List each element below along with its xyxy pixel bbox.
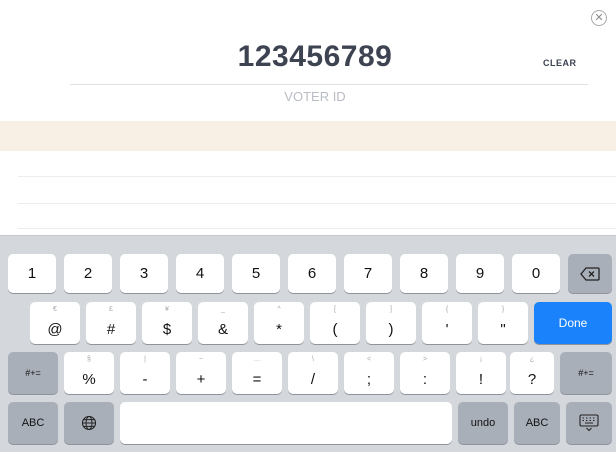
key-ampersand[interactable]: _ & [198,302,248,344]
key-hash[interactable]: £ # [86,302,136,344]
voter-id-value: 123456789 [237,40,393,73]
key-0[interactable]: 0 [512,254,560,293]
key-2[interactable]: 2 [64,254,112,293]
done-key[interactable]: Done [534,302,612,344]
key-slash[interactable]: \ / [288,352,338,394]
divider [18,203,616,204]
key-1[interactable]: 1 [8,254,56,293]
abc-key-left[interactable]: ABC [8,402,58,444]
abc-key-right[interactable]: ABC [514,402,560,444]
voter-id-underline [70,84,588,85]
key-close-paren[interactable]: ]) [366,302,416,344]
globe-icon [81,415,97,431]
key-equals[interactable]: … = [232,352,282,394]
key-colon[interactable]: >: [400,352,450,394]
key-4[interactable]: 4 [176,254,224,293]
voter-id-label: VOTER ID [284,89,346,104]
divider [18,176,616,177]
key-6[interactable]: 6 [288,254,336,293]
backspace-icon [580,266,600,281]
close-button[interactable]: ✕ [591,10,607,26]
divider [18,228,616,229]
on-screen-keyboard: 1 2 3 4 5 6 7 8 9 0 € @ £ # ¥ $ _ & ^ * [( ])… [0,235,616,452]
dismiss-keyboard-key[interactable] [566,402,612,444]
key-8[interactable]: 8 [400,254,448,293]
key-exclamation[interactable]: ¡! [456,352,506,394]
key-minus[interactable]: | - [120,352,170,394]
keyboard-dismiss-icon [579,414,599,432]
space-bar[interactable] [120,402,452,444]
globe-key[interactable] [64,402,114,444]
shift-symbols-key-left[interactable]: #+= [8,352,58,394]
key-plus[interactable]: ~ + [176,352,226,394]
key-percent[interactable]: §% [64,352,114,394]
key-5[interactable]: 5 [232,254,280,293]
key-9[interactable]: 9 [456,254,504,293]
key-quote[interactable]: } " [478,302,528,344]
key-7[interactable]: 7 [344,254,392,293]
key-at[interactable]: € @ [30,302,80,344]
undo-key[interactable]: undo [458,402,508,444]
key-open-paren[interactable]: [( [310,302,360,344]
key-apostrophe[interactable]: {' [422,302,472,344]
clear-button[interactable]: CLEAR [543,58,577,68]
key-dollar[interactable]: ¥ $ [142,302,192,344]
key-semicolon[interactable]: <; [344,352,394,394]
key-question[interactable]: ¿? [510,352,554,394]
highlight-band [0,121,616,151]
backspace-key[interactable] [568,254,612,293]
key-3[interactable]: 3 [120,254,168,293]
shift-symbols-key-right[interactable]: #+= [560,352,612,394]
key-asterisk[interactable]: ^ * [254,302,304,344]
close-icon: ✕ [594,11,604,24]
